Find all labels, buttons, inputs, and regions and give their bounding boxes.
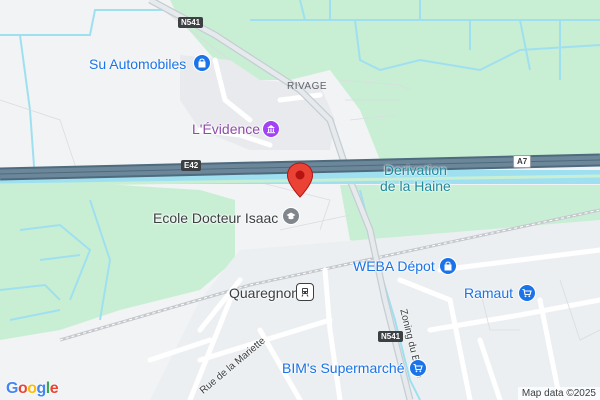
poi-label-bims-supermarche[interactable]: BIM's Supermarché (282, 360, 405, 376)
poi-label-su-automobiles[interactable]: Su Automobiles (89, 56, 186, 72)
poi-label-quaregnon[interactable]: Quaregnon (229, 285, 299, 301)
google-logo-letter: o (27, 380, 37, 397)
google-logo-letter: g (36, 380, 47, 397)
shopping-bag-icon[interactable] (193, 54, 211, 72)
poi-label-weba-depot[interactable]: WEBA Dépot (353, 258, 435, 274)
place-label-rivage: RIVAGE (287, 81, 328, 92)
museum-icon[interactable] (262, 120, 280, 138)
google-logo-letter: e (49, 380, 59, 397)
poi-label-ecole-docteur-isaac[interactable]: Ecole Docteur Isaac (153, 210, 278, 226)
google-logo: Google (6, 380, 59, 398)
water-label-line2: de la Haine (380, 178, 451, 194)
road-shield-a7: A7 (513, 155, 532, 168)
poi-label-levidence[interactable]: L'Évidence (192, 121, 260, 137)
shopping-bag-icon[interactable] (439, 257, 457, 275)
water-label-derivation-de-la-haine: Derivation de la Haine (380, 162, 451, 194)
road-shield-n541-bottom: N541 (378, 331, 404, 342)
google-logo-letter: o (17, 380, 28, 397)
school-icon[interactable] (282, 207, 300, 225)
poi-label-ramaut[interactable]: Ramaut (464, 285, 513, 301)
shopping-cart-icon[interactable] (518, 284, 536, 302)
train-station-icon[interactable] (296, 283, 314, 301)
map-attribution[interactable]: Map data ©2025 (517, 387, 600, 400)
water-label-line1: Derivation (383, 162, 447, 178)
location-pin-icon[interactable] (286, 162, 314, 203)
road-shield-n541-top: N541 (178, 17, 204, 28)
road-shield-e42: E42 (181, 160, 202, 171)
map-canvas[interactable]: N541 E42 A7 N541 Su Automobiles RIVAGE L… (0, 0, 600, 400)
shopping-cart-icon[interactable] (409, 359, 427, 377)
google-logo-letter: G (6, 380, 18, 397)
